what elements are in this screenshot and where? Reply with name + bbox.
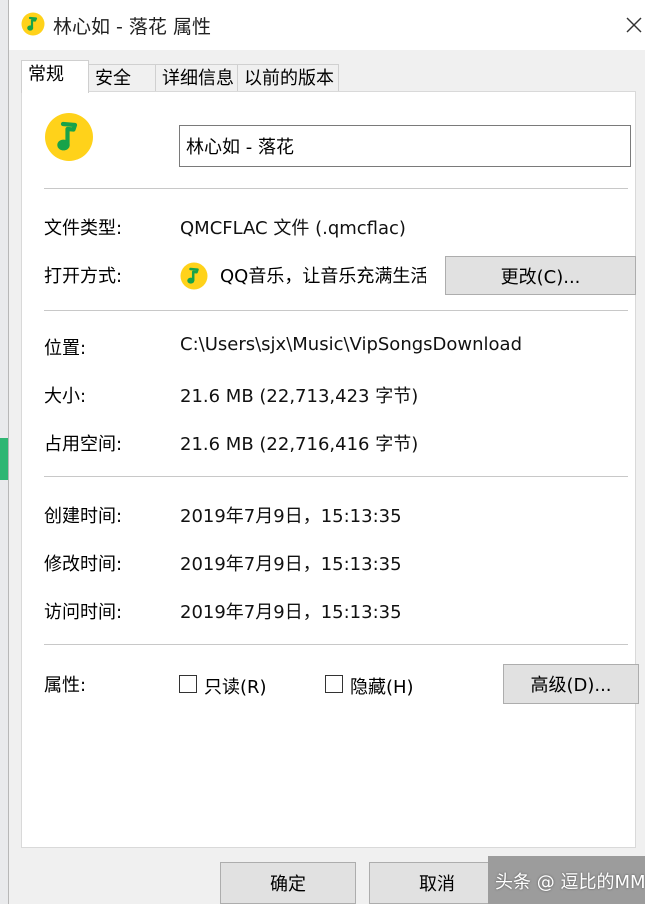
readonly-checkbox[interactable]: [179, 675, 197, 693]
created-value: 2019年7月9日，15:13:35: [180, 506, 402, 527]
watermark-text: 头条 @ 逗比的MM: [495, 872, 645, 893]
properties-dialog: 林心如 - 落花 属性 常规 安全 详细信息 以前的版本 文件类型: QMCFL…: [8, 0, 645, 904]
close-icon[interactable]: [621, 10, 645, 38]
tab-previous-versions[interactable]: 以前的版本: [237, 64, 339, 92]
title-bar: 林心如 - 落花 属性: [9, 0, 645, 50]
qq-music-icon: [45, 113, 93, 161]
ok-button[interactable]: 确定: [220, 862, 356, 904]
qq-music-icon: [180, 262, 208, 290]
location-label: 位置:: [44, 338, 87, 359]
file-type-label: 文件类型:: [44, 218, 123, 239]
tab-general[interactable]: 常规: [21, 60, 89, 93]
created-label: 创建时间:: [44, 506, 123, 527]
size-value: 21.6 MB (22,713,423 字节): [180, 386, 419, 407]
modified-label: 修改时间:: [44, 554, 123, 575]
size-label: 大小:: [44, 386, 87, 407]
attributes-label: 属性:: [44, 675, 87, 696]
readonly-label[interactable]: 只读(R): [204, 673, 267, 699]
opens-with-label: 打开方式:: [44, 266, 123, 287]
separator: [44, 476, 628, 477]
separator: [44, 644, 628, 645]
hidden-checkbox[interactable]: [325, 675, 343, 693]
accessed-value: 2019年7月9日，15:13:35: [180, 602, 402, 623]
opens-with-app-name: QQ音乐，让音乐充满生活: [220, 266, 426, 287]
cancel-button[interactable]: 取消: [369, 862, 505, 904]
size-on-disk-value: 21.6 MB (22,716,416 字节): [180, 434, 419, 455]
general-tab-panel: 文件类型: QMCFLAC 文件 (.qmcflac) 打开方式: QQ音乐，让…: [21, 91, 639, 848]
location-value: C:\Users\sjx\Music\VipSongsDownload: [180, 334, 523, 355]
file-type-value: QMCFLAC 文件 (.qmcflac): [180, 218, 406, 239]
separator: [44, 188, 628, 189]
modified-value: 2019年7月9日，15:13:35: [180, 554, 402, 575]
advanced-button[interactable]: 高级(D)...: [503, 664, 639, 704]
file-name-input[interactable]: [179, 125, 631, 167]
qq-music-icon: [21, 12, 45, 36]
accessed-label: 访问时间:: [44, 602, 123, 623]
change-button[interactable]: 更改(C)...: [445, 256, 636, 295]
tab-details[interactable]: 详细信息: [155, 64, 238, 92]
hidden-label[interactable]: 隐藏(H): [350, 673, 414, 699]
separator: [44, 310, 628, 311]
tab-security[interactable]: 安全: [88, 64, 156, 92]
background-app-accent: [0, 438, 8, 480]
window-title: 林心如 - 落花 属性: [53, 16, 211, 38]
size-on-disk-label: 占用空间:: [44, 434, 123, 455]
